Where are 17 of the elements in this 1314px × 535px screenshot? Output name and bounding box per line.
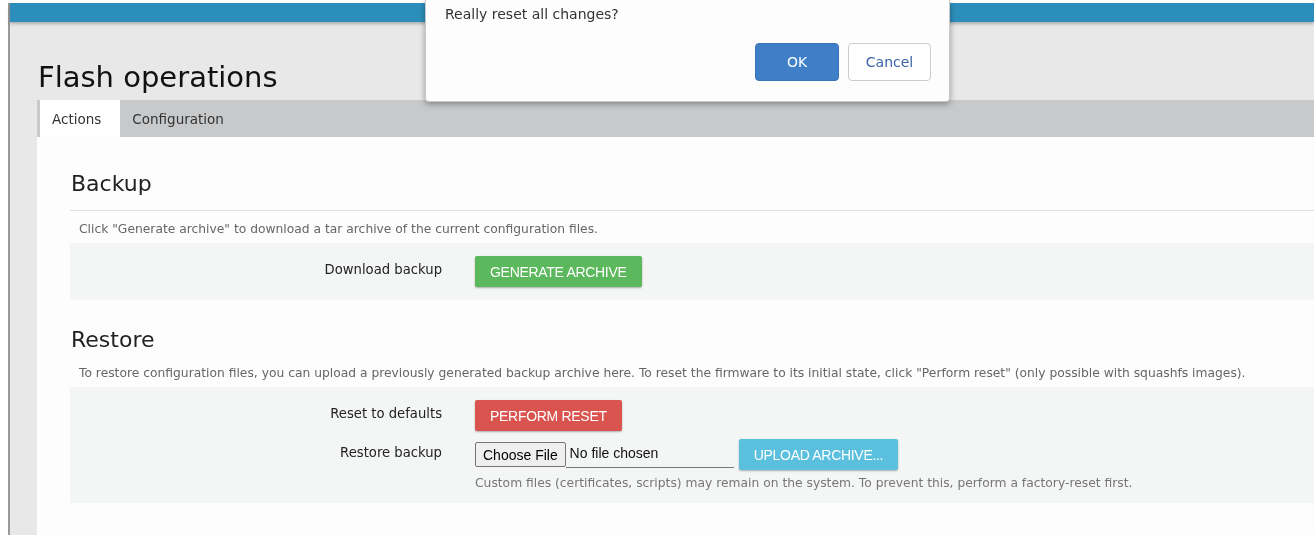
section-heading: Restore	[70, 326, 156, 354]
page-title: Flash operations	[38, 59, 278, 96]
tab[interactable]: Actions	[40, 100, 121, 137]
cancel-button[interactable]: Cancel	[848, 43, 931, 81]
file-status: No file chosen	[565, 441, 734, 468]
section-description: To restore configuration files, you can upload a previously generated backup archive here. To reset the firmware to its initial state, click "Perform reset" (only possible with squashfs images).	[78, 366, 1247, 380]
tab[interactable]: Configuration	[120, 100, 243, 137]
field-label: Download backup	[323, 261, 442, 277]
help-text: Custom files (certificates, scripts) may remain on the system. To prevent this, perform a factory-reset first.	[475, 476, 1134, 490]
ok-button[interactable]: OK	[755, 43, 839, 81]
section-heading: Backup	[70, 168, 1314, 211]
action-button[interactable]: PERFORM RESET	[475, 400, 622, 431]
dialog-message: Really reset all changes?	[445, 6, 620, 22]
choose-file-button[interactable]: Choose File	[475, 442, 566, 467]
field-label: Restore backup	[339, 444, 442, 460]
section-description: Click "Generate archive" to download a tar archive of the current configuration files.	[78, 222, 599, 236]
field-label: Reset to defaults	[329, 405, 442, 421]
